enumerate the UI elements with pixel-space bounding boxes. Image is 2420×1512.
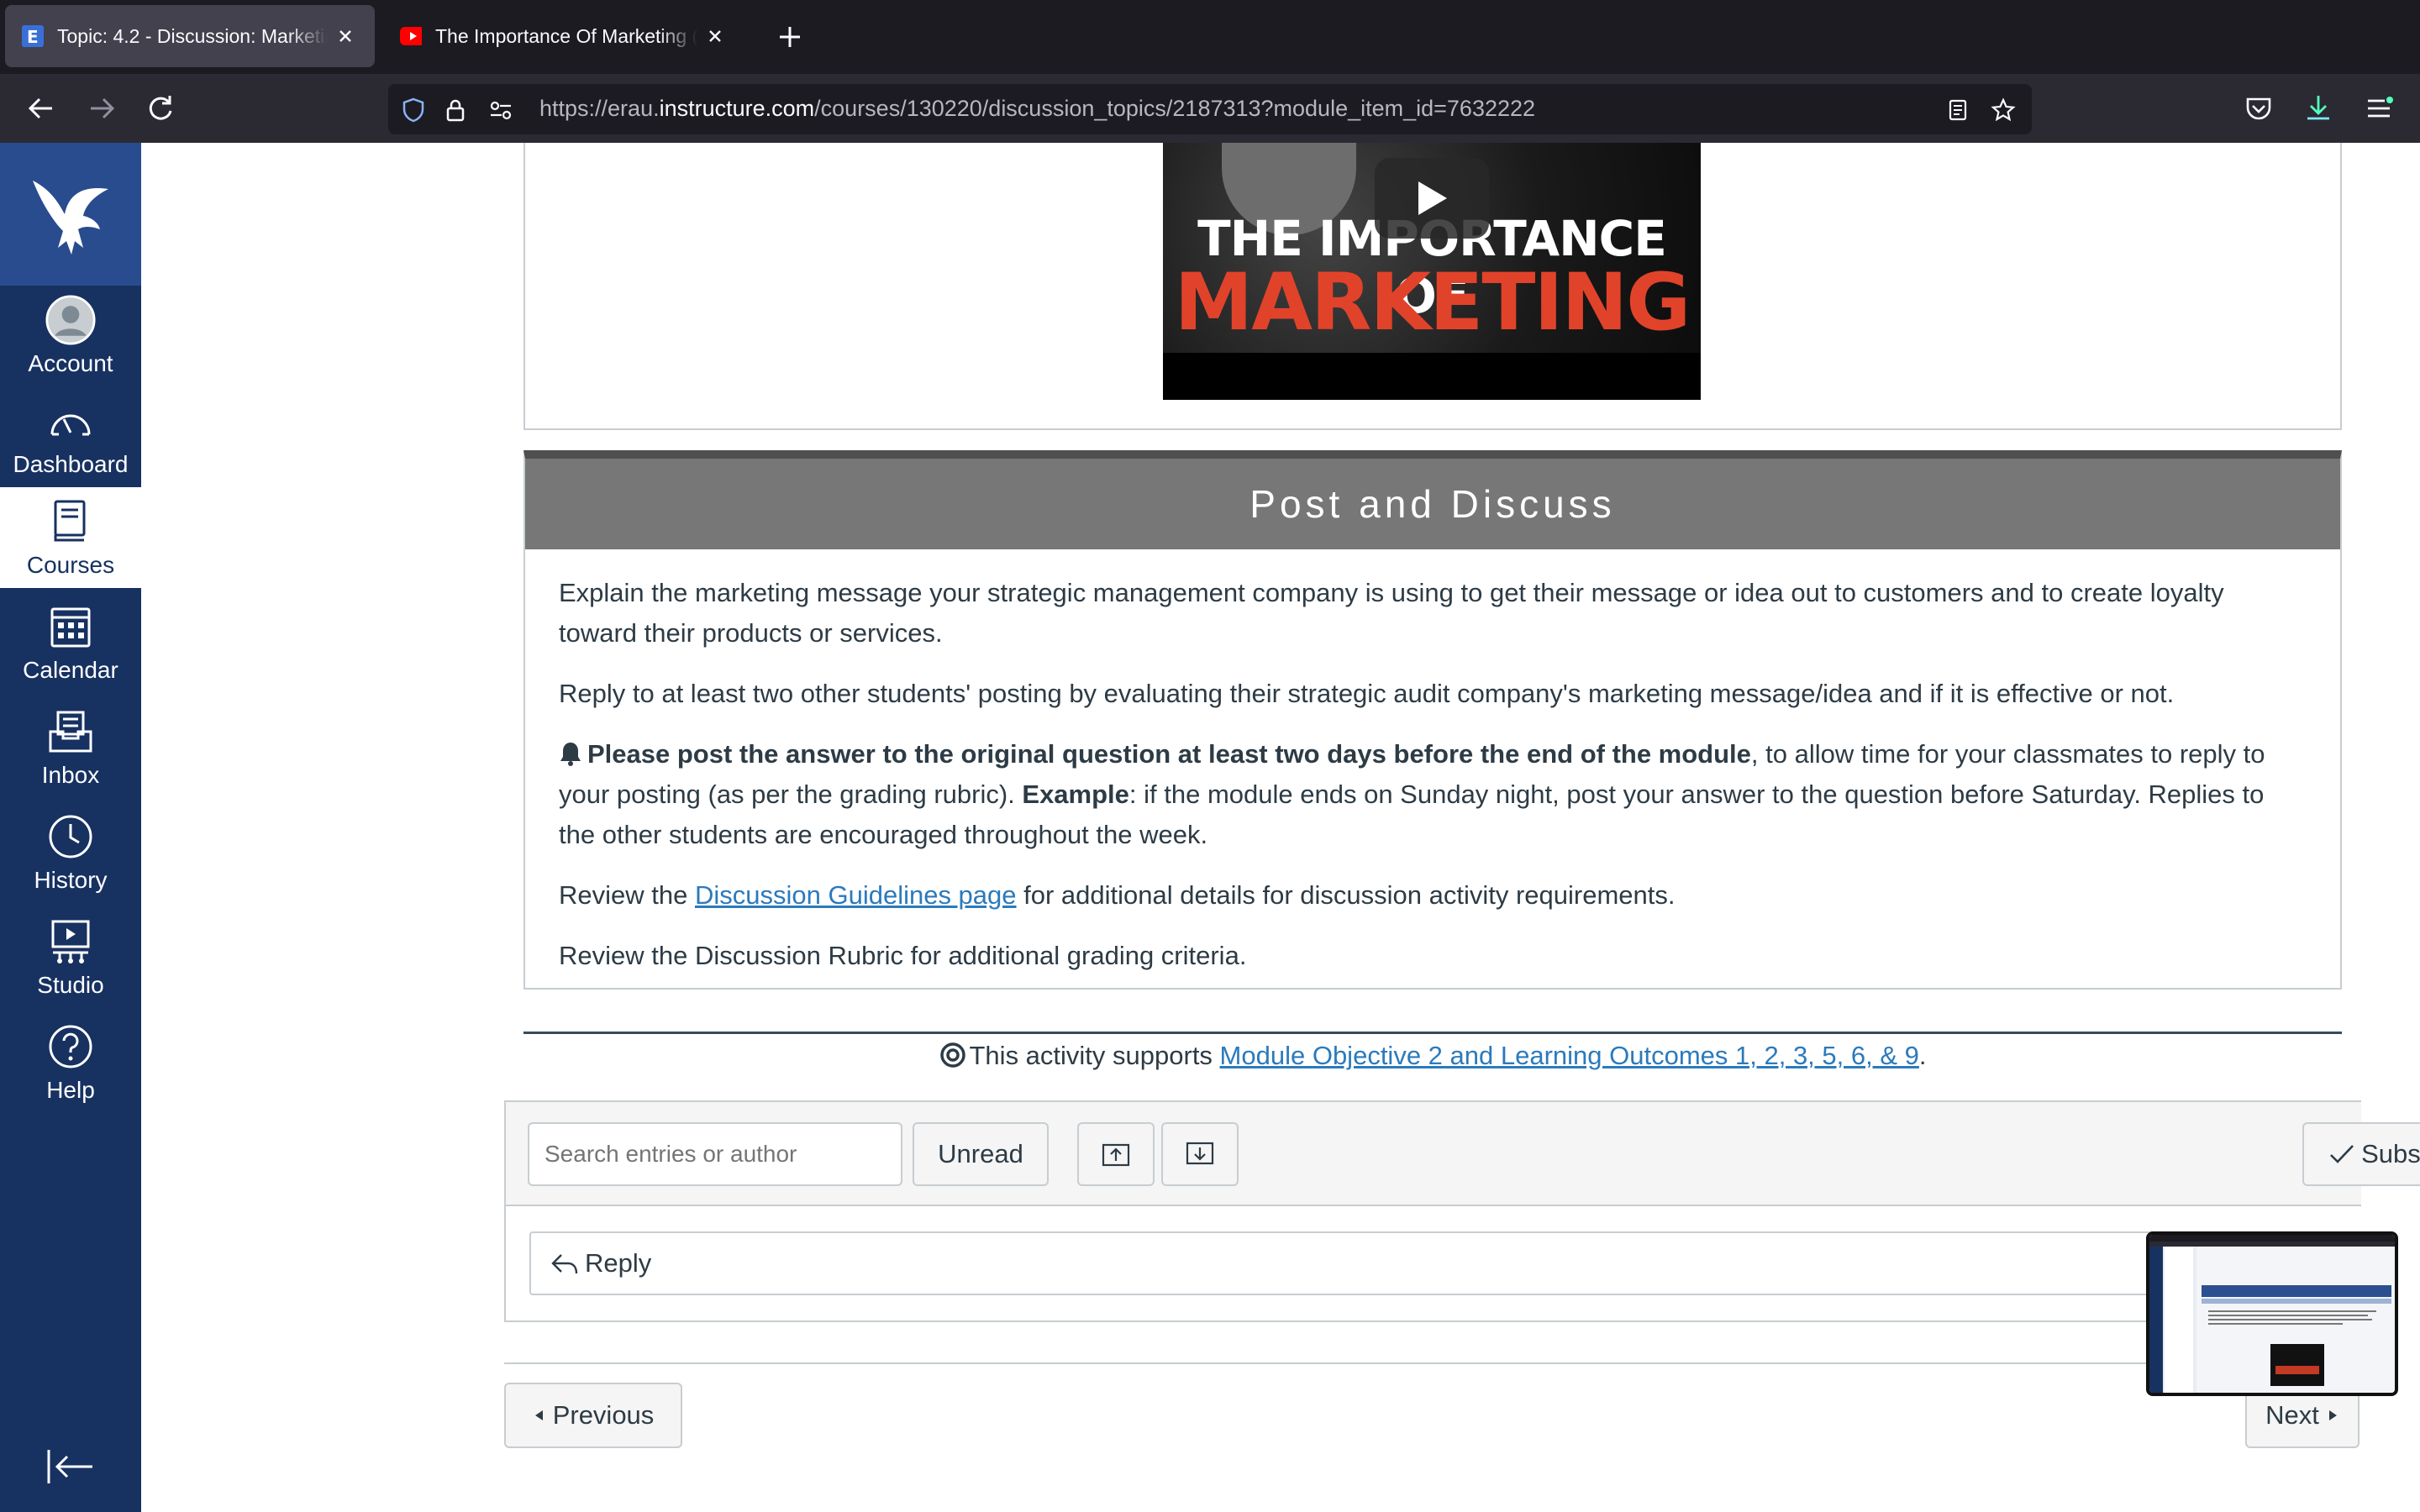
play-icon	[1418, 181, 1447, 215]
nav-label: Courses	[26, 552, 115, 578]
rubric-paragraph: Review the Discussion Rubric for additio…	[559, 941, 1247, 970]
eagle-icon	[33, 181, 108, 255]
download-icon[interactable]	[2301, 91, 2336, 126]
discussion-toolbar: Unread Subscribe	[504, 1100, 2420, 1206]
nav-help[interactable]: Help	[0, 1012, 141, 1113]
guidelines-paragraph: Review the Discussion Guidelines page fo…	[559, 880, 1676, 910]
expand-arrow-down-icon	[1186, 1142, 1214, 1165]
unread-filter-button[interactable]: Unread	[913, 1122, 1049, 1186]
youtube-video-embed[interactable]: THE IMPORTANCE OF MARKETING	[1163, 143, 1701, 400]
tab-youtube[interactable]: The Importance Of Marketing (A Complete …	[383, 5, 744, 67]
video-bottom-bar	[1163, 353, 1701, 400]
nav-history[interactable]: History	[0, 802, 141, 903]
section-header: Post and Discuss	[525, 459, 2340, 549]
nav-courses[interactable]: Courses	[0, 487, 141, 588]
reload-icon[interactable]	[143, 91, 178, 126]
expand-replies-button[interactable]	[1161, 1122, 1239, 1186]
youtube-icon	[400, 25, 422, 47]
tab-title: The Importance Of Marketing (A Complete …	[435, 24, 697, 47]
preview-image	[2149, 1235, 2395, 1393]
inbox-icon	[45, 706, 96, 757]
page-content: THE IMPORTANCE OF MARKETING Post and Dis…	[141, 143, 2420, 1512]
screenshot-preview-thumbnail[interactable]	[2146, 1231, 2398, 1396]
forward-arrow-icon[interactable]	[84, 91, 119, 126]
browser-nav-bar: https://erau.instructure.com/courses/130…	[0, 74, 2420, 143]
pocket-icon[interactable]	[2241, 91, 2276, 126]
dashboard-gauge-icon	[45, 396, 96, 446]
nav-dashboard[interactable]: Dashboard	[0, 386, 141, 487]
address-bar[interactable]: https://erau.instructure.com/courses/130…	[388, 84, 2032, 134]
next-label: Next	[2265, 1400, 2319, 1430]
instruction-paragraph: Explain the marketing message your strat…	[559, 578, 2224, 648]
nav-label: Calendar	[23, 657, 118, 683]
global-navigation: Account Dashboard Courses Calendar Inbox…	[0, 143, 141, 1512]
caret-right-icon	[2328, 1410, 2337, 1420]
post-instructions: Explain the marketing message your strat…	[525, 549, 2340, 976]
canvas-e-icon: E	[22, 25, 44, 47]
bookmark-star-icon[interactable]	[1990, 97, 2017, 123]
instruction-paragraph: Reply to at least two other students' po…	[559, 679, 2175, 708]
close-tab-icon[interactable]	[702, 24, 728, 49]
studio-icon	[45, 916, 96, 967]
tracking-shield-icon[interactable]	[400, 97, 427, 123]
nav-label: Dashboard	[13, 451, 129, 477]
video-title-line2: MARKETING	[1174, 257, 1691, 349]
checkmark-icon	[2330, 1145, 2354, 1163]
subscribe-label: Subscribe	[2361, 1139, 2420, 1168]
svg-text:E: E	[27, 27, 39, 47]
courses-book-icon	[45, 496, 96, 547]
collapse-replies-button[interactable]	[1077, 1122, 1155, 1186]
post-and-discuss-section: Post and Discuss Explain the marketing m…	[523, 450, 2342, 990]
nav-label: Help	[46, 1077, 95, 1103]
play-button[interactable]	[1375, 158, 1489, 239]
new-tab-plus-icon[interactable]	[775, 22, 805, 52]
reader-view-icon[interactable]	[1944, 97, 1971, 123]
discussion-guidelines-link[interactable]: Discussion Guidelines page	[695, 880, 1017, 910]
search-input[interactable]	[528, 1122, 902, 1186]
reply-button[interactable]: Reply	[529, 1231, 2336, 1295]
back-arrow-icon[interactable]	[24, 91, 59, 126]
previous-label: Previous	[552, 1400, 655, 1430]
nav-account[interactable]: Account	[0, 286, 141, 386]
divider	[523, 1032, 2342, 1034]
previous-button[interactable]: Previous	[504, 1383, 682, 1448]
nav-inbox[interactable]: Inbox	[0, 697, 141, 798]
calendar-icon	[45, 601, 96, 652]
history-clock-icon	[45, 811, 96, 862]
erau-eagle-logo[interactable]	[0, 143, 141, 286]
nav-label: Inbox	[41, 762, 100, 788]
nav-studio[interactable]: Studio	[0, 907, 141, 1008]
help-icon	[45, 1021, 96, 1072]
reply-label: Reply	[585, 1248, 652, 1278]
divider	[504, 1362, 2361, 1364]
tab-discussion[interactable]: E Topic: 4.2 - Discussion: Marketing Mes…	[5, 5, 375, 67]
menu-hamburger-icon[interactable]	[2361, 91, 2396, 126]
tab-title: Topic: 4.2 - Discussion: Marketing Messa…	[57, 24, 328, 47]
browser-tab-bar: E Topic: 4.2 - Discussion: Marketing Mes…	[0, 0, 2420, 74]
nav-label: History	[34, 867, 108, 893]
nav-label: Studio	[37, 972, 104, 998]
reply-area: Reply	[504, 1206, 2361, 1322]
collapse-arrow-up-icon	[1102, 1143, 1130, 1167]
nav-calendar[interactable]: Calendar	[0, 592, 141, 693]
nav-label: Account	[28, 350, 113, 376]
close-tab-icon[interactable]	[333, 24, 358, 49]
url-text[interactable]: https://erau.instructure.com/courses/130…	[539, 96, 1535, 122]
subscribe-button[interactable]: Subscribe	[2302, 1122, 2420, 1186]
target-icon	[939, 1042, 965, 1068]
deadline-paragraph: Please post the answer to the original q…	[559, 739, 2265, 849]
bell-icon	[560, 743, 581, 766]
caret-left-icon	[534, 1410, 543, 1420]
reply-arrow-icon	[551, 1254, 578, 1274]
lock-icon[interactable]	[442, 97, 469, 123]
collapse-nav-icon[interactable]	[45, 1446, 96, 1487]
module-objective-link[interactable]: Module Objective 2 and Learning Outcomes…	[1220, 1041, 1919, 1070]
permissions-icon[interactable]	[487, 97, 514, 123]
objective-statement: This activity supports Module Objective …	[523, 1037, 2342, 1075]
account-avatar-icon	[45, 295, 96, 345]
